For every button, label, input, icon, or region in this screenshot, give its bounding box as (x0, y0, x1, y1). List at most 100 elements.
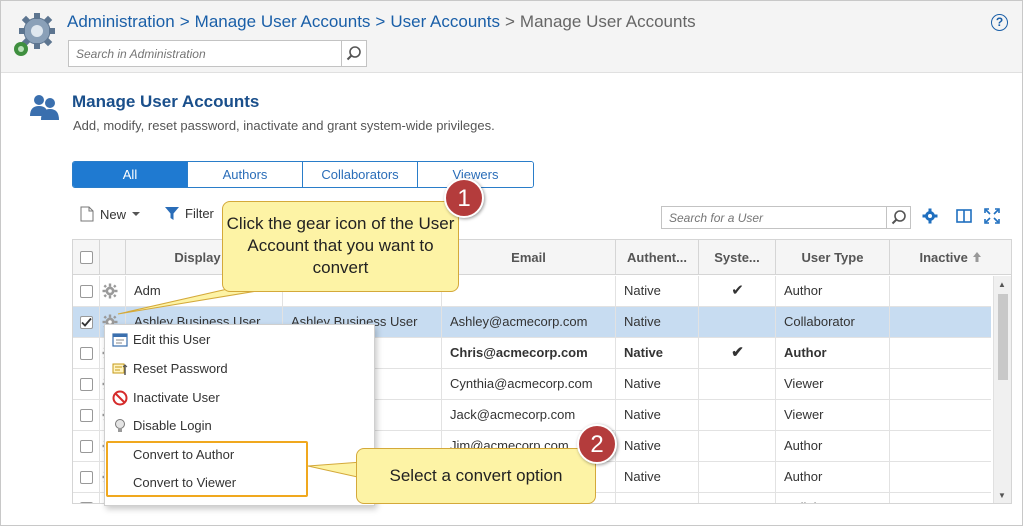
cell-system (699, 431, 776, 461)
breadcrumb-separator: > (375, 12, 386, 31)
admin-search-box (68, 40, 367, 67)
new-button[interactable]: New (80, 206, 141, 222)
users-icon (30, 95, 59, 120)
tab-authors[interactable]: Authors (188, 162, 303, 187)
breadcrumb-link-administration[interactable]: Administration (67, 12, 175, 32)
grid-divider (99, 369, 100, 399)
search-icon (891, 210, 906, 225)
gear-icon (102, 283, 118, 299)
menu-item-label: Edit this User (133, 332, 211, 347)
row-checkbox[interactable] (80, 316, 93, 329)
menu-item-label: Reset Password (133, 361, 228, 376)
menu-item-inactivate-user[interactable]: Inactivate User (105, 384, 374, 412)
row-checkbox[interactable] (80, 347, 93, 360)
header-select-all[interactable] (73, 240, 100, 275)
cell-system (699, 369, 776, 399)
row-checkbox[interactable] (80, 409, 93, 422)
new-document-icon (80, 206, 94, 222)
callout-step-2: Select a convert option (356, 448, 596, 504)
lightbulb-icon (115, 419, 125, 432)
cell-system (699, 493, 776, 503)
row-gear-icon[interactable] (102, 283, 118, 299)
scrollbar-thumb[interactable] (998, 294, 1008, 380)
columns-panel-icon[interactable] (955, 207, 973, 225)
grid-divider (99, 276, 100, 306)
user-search-button[interactable] (886, 207, 910, 228)
menu-item-edit-user[interactable]: Edit this User (105, 326, 374, 354)
row-checkbox[interactable] (80, 502, 93, 503)
scroll-up-arrow-icon[interactable]: ▲ (998, 280, 1006, 289)
filter-funnel-icon (165, 207, 179, 220)
column-header-user-type[interactable]: User Type (776, 240, 890, 275)
cell-user-type: Viewer (784, 407, 824, 422)
cell-inactive (890, 462, 991, 492)
page-title: Manage User Accounts (72, 92, 260, 111)
administration-gears-icon (14, 13, 55, 56)
cell-email: Ashley@acmecorp.com (450, 314, 588, 329)
header-actions (100, 240, 126, 275)
cell-system (699, 400, 776, 430)
help-icon[interactable]: ? (991, 14, 1008, 31)
cell-user-type: Viewer (784, 376, 824, 391)
row-checkbox[interactable] (80, 378, 93, 391)
cell-system: ✔ (731, 282, 744, 299)
column-header-email[interactable]: Email (442, 240, 616, 275)
callout-step-1: Click the gear icon of the User Account … (222, 201, 459, 292)
cell-email (442, 276, 616, 306)
checkmark-icon (81, 317, 92, 327)
step-badge-1: 1 (444, 178, 484, 218)
grid-divider (99, 400, 100, 430)
search-icon (346, 46, 361, 61)
filter-button-label: Filter (185, 206, 214, 221)
cell-authentication: Native (624, 376, 661, 391)
select-all-checkbox[interactable] (80, 251, 93, 264)
column-header-authentication[interactable]: Authent... (616, 240, 699, 275)
cell-user-type: Author (784, 438, 823, 453)
table-row[interactable]: Adm Native ✔ Author (73, 276, 991, 307)
row-checkbox[interactable] (80, 471, 93, 484)
scroll-down-arrow-icon[interactable]: ▼ (998, 491, 1006, 500)
expand-fullscreen-icon[interactable] (983, 207, 1001, 225)
admin-search-input[interactable] (69, 41, 342, 66)
grid-divider (99, 338, 100, 368)
column-header-inactive[interactable]: Inactive (890, 240, 1011, 275)
cell-authentication: Native (624, 314, 661, 329)
cell-email: Chris@acmecorp.com (450, 345, 588, 360)
reset-password-icon (112, 363, 128, 375)
cell-email: Cynthia@acmecorp.com (450, 376, 593, 391)
column-header-system[interactable]: Syste... (699, 240, 776, 275)
cell-authentication: Native (624, 345, 664, 360)
breadcrumb-separator: > (179, 12, 190, 31)
breadcrumb-current: Manage User Accounts (519, 12, 696, 31)
admin-header: Administration > Manage User Accounts > User… (1, 1, 1022, 73)
cell-system (699, 462, 776, 492)
grid-vertical-scrollbar[interactable]: ▲ ▼ (993, 276, 1011, 503)
breadcrumb-link-user-accounts[interactable]: User Accounts (390, 12, 500, 32)
grid-header: Display N Email Authent... Syste... User… (73, 240, 1011, 275)
chevron-down-icon (132, 212, 141, 216)
cell-inactive (890, 400, 991, 430)
cell-system (699, 307, 776, 337)
breadcrumb: Administration > Manage User Accounts > User… (67, 12, 696, 32)
tab-all[interactable]: All (73, 162, 188, 187)
cell-authentication: Native (624, 283, 661, 298)
breadcrumb-link-manage-user-accounts[interactable]: Manage User Accounts (195, 12, 371, 32)
no-entry-icon (112, 390, 128, 406)
admin-search-button[interactable] (341, 41, 366, 66)
cell-inactive (890, 307, 991, 337)
user-search-box (661, 206, 911, 229)
user-search-input[interactable] (662, 207, 886, 228)
settings-gear-icon[interactable] (921, 207, 939, 225)
page-subtitle: Add, modify, reset password, inactivate … (73, 118, 495, 133)
row-checkbox[interactable] (80, 440, 93, 453)
menu-item-label: Disable Login (133, 418, 212, 433)
grid-divider (99, 493, 100, 503)
cell-inactive (890, 276, 991, 306)
menu-item-disable-login[interactable]: Disable Login (105, 412, 374, 440)
menu-item-reset-password[interactable]: Reset Password (105, 355, 374, 383)
row-checkbox[interactable] (80, 285, 93, 298)
filter-button[interactable]: Filter (165, 206, 214, 221)
cell-user-type: Author (784, 283, 823, 298)
cell-inactive (890, 338, 991, 368)
tab-collaborators[interactable]: Collaborators (303, 162, 418, 187)
